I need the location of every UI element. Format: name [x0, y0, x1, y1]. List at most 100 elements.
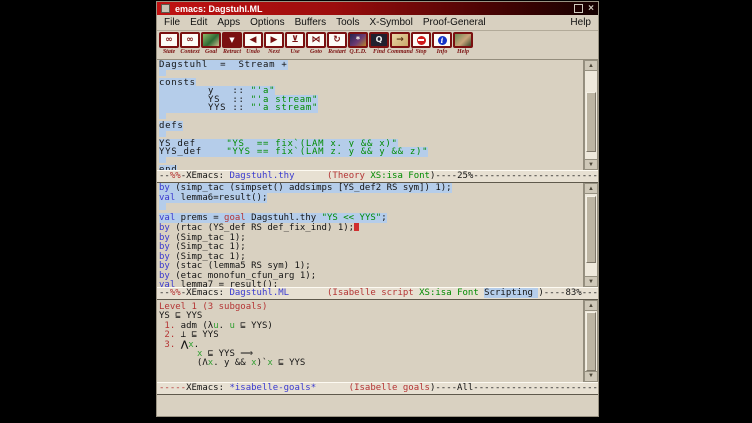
theory-buffer-text[interactable]: Dagstuhl = Stream +consts y :: "'a" YS :… — [157, 60, 583, 170]
code-line: val lemma6=result(); — [159, 194, 583, 204]
toolbar-button-label: Goto — [310, 49, 322, 55]
toolbar-button-label: Retract — [223, 49, 241, 55]
toolbar-goto-button[interactable]: ⋈Goto — [306, 32, 326, 55]
emacs-window: emacs: Dagstuhl.ML × File Edit Apps Options… — [156, 1, 599, 417]
scroll-up-icon[interactable]: ▲ — [584, 60, 598, 71]
toolbar-goal-button[interactable]: Goal — [201, 32, 221, 55]
menubar: File Edit Apps Options Buffers Tools X-Symbol P… — [157, 15, 598, 31]
modeline-theory: --%%-XEmacs: Dagstuhl.thy (Theory XS:isa… — [157, 170, 598, 183]
scroll-down-icon[interactable]: ▼ — [584, 159, 598, 170]
window-title: emacs: Dagstuhl.ML — [175, 4, 263, 14]
region-highlight-stub — [159, 156, 166, 163]
toolbar-button-label: Info — [437, 49, 448, 55]
window-menu-icon[interactable] — [161, 4, 170, 13]
code-line: YYS :: "'a stream" — [159, 104, 583, 112]
toolbar-next-button[interactable]: ▶Next — [264, 32, 284, 55]
toolbar-use-button[interactable]: ⊻Use — [285, 32, 305, 55]
region-highlight-stub — [159, 203, 166, 210]
scrollbar-trough[interactable] — [584, 71, 598, 159]
code-line — [159, 69, 583, 78]
menu-edit[interactable]: Edit — [190, 17, 207, 28]
menu-help[interactable]: Help — [570, 17, 591, 28]
menu-file[interactable]: File — [164, 17, 180, 28]
toolbar-button-label: Context — [180, 49, 199, 55]
goto-icon: ⋈ — [306, 32, 326, 48]
code-line: Level 1 (3 subgoals) — [159, 303, 583, 312]
scrollbar-thumb[interactable] — [586, 196, 596, 264]
qed-icon: * — [348, 32, 368, 48]
context-icon: ∞ — [180, 32, 200, 48]
goal-icon — [201, 32, 221, 48]
region-highlight-stub — [159, 69, 166, 76]
toolbar-stop-button[interactable]: Stop — [411, 32, 431, 55]
scrollbar-thumb[interactable] — [586, 92, 596, 152]
toolbar-help-button[interactable]: Help — [453, 32, 473, 55]
code-line: 1. adm (λu. u ⊑ YYS) — [159, 322, 583, 331]
region-highlight-stub — [159, 130, 166, 137]
code-line: YYS_def "YYS == fix`(LAM z. y && y && z)… — [159, 148, 583, 156]
theory-scrollbar: ▲ ▼ — [583, 60, 598, 170]
retract-icon: ▼ — [222, 32, 242, 48]
toolbar-command-button[interactable]: →Command — [390, 32, 410, 55]
toolbar-button-label: Restart — [328, 49, 346, 55]
titlebar[interactable]: emacs: Dagstuhl.ML × — [157, 2, 598, 15]
code-line — [159, 156, 583, 165]
next-icon: ▶ — [264, 32, 284, 48]
scroll-down-icon[interactable]: ▼ — [584, 276, 598, 287]
info-icon: i — [432, 32, 452, 48]
toolbar-qed-button[interactable]: *Q.E.D. — [348, 32, 368, 55]
scroll-up-icon[interactable]: ▲ — [584, 183, 598, 194]
toolbar-context-button[interactable]: ∞Context — [180, 32, 200, 55]
toolbar-button-label: Help — [457, 49, 469, 55]
code-line: 2. ⊥ ⊑ YYS — [159, 331, 583, 340]
goals-buffer-text[interactable]: Level 1 (3 subgoals)YS ⊑ YYS 1. adm (λu.… — [157, 300, 583, 382]
help-icon — [453, 32, 473, 48]
scrollbar-thumb[interactable] — [586, 312, 596, 372]
echo-area[interactable] — [157, 395, 598, 416]
toolbar-state-button[interactable]: ∞State — [159, 32, 179, 55]
menu-apps[interactable]: Apps — [217, 17, 240, 28]
toolbar-undo-button[interactable]: ◀Undo — [243, 32, 263, 55]
toolbar-info-button[interactable]: iInfo — [432, 32, 452, 55]
toolbar-button-label: Find — [373, 49, 385, 55]
close-button[interactable]: × — [588, 5, 594, 12]
toolbar-retract-button[interactable]: ▼Retract — [222, 32, 242, 55]
menu-options[interactable]: Options — [250, 17, 284, 28]
command-icon: → — [390, 32, 410, 48]
code-line: Dagstuhl = Stream + — [159, 61, 583, 69]
toolbar-find-button[interactable]: QFind — [369, 32, 389, 55]
code-line: defs — [159, 122, 583, 130]
toolbar: ∞State∞ContextGoal▼Retract◀Undo▶Next⊻Use… — [157, 31, 598, 59]
code-line: val prems = goal Dagstuhl.thy "YS << YYS… — [159, 214, 583, 224]
menu-x-symbol[interactable]: X-Symbol — [369, 17, 412, 28]
toolbar-button-label: Use — [290, 49, 299, 55]
toolbar-button-label: Command — [387, 49, 413, 55]
toolbar-button-label: Next — [268, 49, 280, 55]
goals-scrollbar: ▲ ▼ — [583, 300, 598, 382]
scrollbar-trough[interactable] — [584, 311, 598, 371]
code-line: (Λx. y && x)`x ⊑ YYS — [159, 359, 583, 368]
menu-tools[interactable]: Tools — [336, 17, 359, 28]
use-icon: ⊻ — [285, 32, 305, 48]
toolbar-button-label: Goal — [205, 49, 217, 55]
menu-buffers[interactable]: Buffers — [295, 17, 327, 28]
find-icon: Q — [369, 32, 389, 48]
theory-buffer-pane: Dagstuhl = Stream +consts y :: "'a" YS :… — [157, 59, 598, 170]
scrollbar-trough[interactable] — [584, 194, 598, 276]
script-buffer-pane: by (simp_tac (simpset() addsimps [YS_def… — [157, 183, 598, 287]
state-icon: ∞ — [159, 32, 179, 48]
stop-icon — [411, 32, 431, 48]
toolbar-button-label: Stop — [415, 49, 426, 55]
maximize-button[interactable] — [574, 4, 583, 13]
region-highlight-stub — [159, 112, 166, 119]
goals-buffer-pane: Level 1 (3 subgoals)YS ⊑ YYS 1. adm (λu.… — [157, 300, 598, 382]
text-cursor — [354, 223, 359, 231]
modeline-goals: -----XEmacs: *isabelle-goals* (Isabelle … — [157, 382, 598, 395]
scroll-down-icon[interactable]: ▼ — [584, 371, 598, 382]
desktop: emacs: Dagstuhl.ML × File Edit Apps Options… — [0, 0, 752, 423]
menu-proof-general[interactable]: Proof-General — [423, 17, 486, 28]
scroll-up-icon[interactable]: ▲ — [584, 300, 598, 311]
script-buffer-text[interactable]: by (simp_tac (simpset() addsimps [YS_def… — [157, 183, 583, 287]
toolbar-restart-button[interactable]: ↻Restart — [327, 32, 347, 55]
toolbar-button-label: State — [163, 49, 175, 55]
